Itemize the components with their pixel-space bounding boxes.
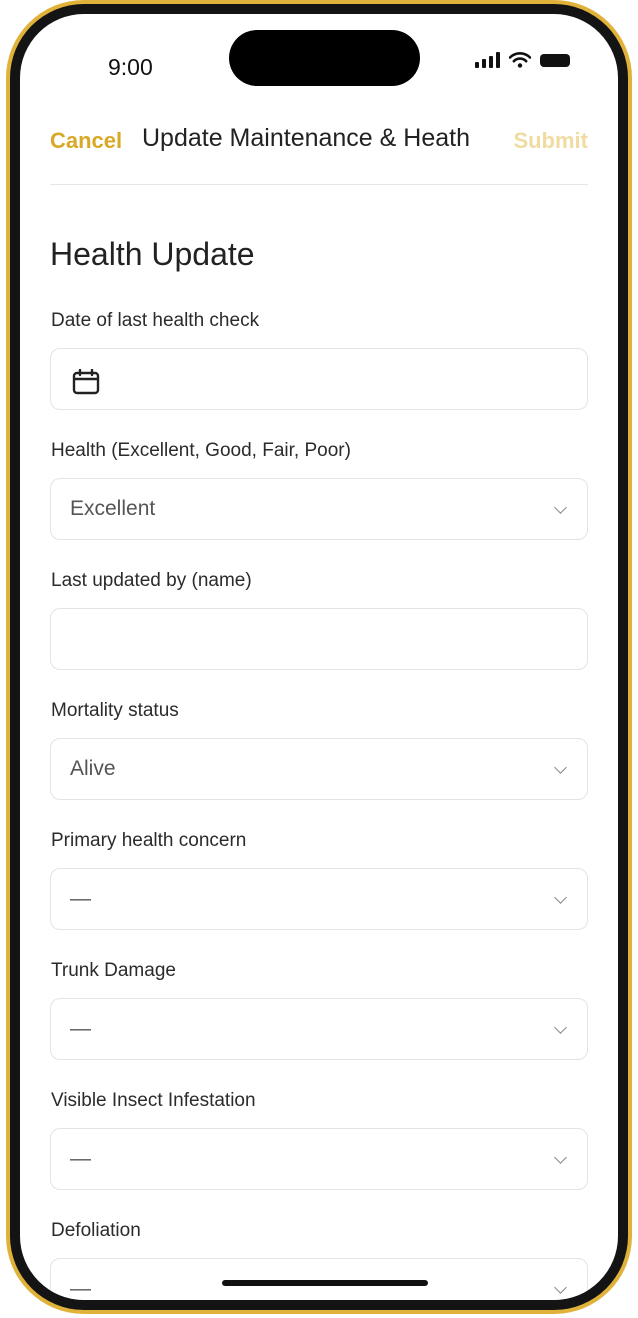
battery-icon [540,53,570,67]
field-trunk-damage: Trunk Damage — [50,954,588,1084]
field-visible-insect-infestation: Visible Insect Infestation — [50,1084,588,1214]
select-value: — [70,1017,91,1040]
visible-insect-infestation-select[interactable]: — [50,1128,588,1190]
last-updated-by-input[interactable] [50,608,588,670]
dynamic-island [229,30,420,86]
cellular-signal-icon [475,52,500,68]
field-last-health-check: Date of last health check [50,304,588,434]
field-last-updated-by: Last updated by (name) [50,564,588,694]
submit-button[interactable]: Submit [513,128,588,154]
field-label: Mortality status [51,700,179,721]
select-value: — [70,1277,91,1300]
chevron-down-icon [554,1281,567,1294]
calendar-icon [72,369,100,395]
status-time: 9:00 [108,54,153,80]
chevron-down-icon [554,1021,567,1034]
field-mortality-status: Mortality status Alive [50,694,588,824]
field-label: Date of last health check [51,310,260,331]
field-defoliation: Defoliation — [50,1214,588,1300]
nav-bar: Cancel Update Maintenance & Heath Submit [50,114,588,185]
chevron-down-icon [554,1151,567,1164]
health-form: Date of last health check Health (Excell… [50,304,588,1300]
field-label: Visible Insect Infestation [51,1090,256,1111]
status-icons [475,52,570,68]
field-health: Health (Excellent, Good, Fair, Poor) Exc… [50,434,588,564]
status-bar: 9:00 [20,14,618,94]
page-title: Update Maintenance & Heath [142,124,470,152]
field-label: Last updated by (name) [51,570,252,591]
screen: 9:00 Cancel Update Maintenance & Heath S… [20,14,618,1300]
date-picker-field[interactable] [50,348,588,410]
wifi-icon [509,52,531,68]
section-title: Health Update [50,236,255,272]
field-label: Primary health concern [51,830,247,851]
select-value: Excellent [70,497,156,520]
home-indicator[interactable] [222,1280,428,1286]
phone-frame: 9:00 Cancel Update Maintenance & Heath S… [6,0,632,1314]
field-label: Trunk Damage [51,960,176,981]
field-primary-health-concern: Primary health concern — [50,824,588,954]
health-select[interactable]: Excellent [50,478,588,540]
chevron-down-icon [554,501,567,514]
primary-health-concern-select[interactable]: — [50,868,588,930]
defoliation-select[interactable]: — [50,1258,588,1300]
field-label: Defoliation [51,1220,141,1241]
mortality-status-select[interactable]: Alive [50,738,588,800]
trunk-damage-select[interactable]: — [50,998,588,1060]
field-label: Health (Excellent, Good, Fair, Poor) [51,440,351,461]
select-value: — [70,1147,91,1170]
chevron-down-icon [554,891,567,904]
select-value: — [70,887,91,910]
phone-bezel: 9:00 Cancel Update Maintenance & Heath S… [10,4,628,1310]
chevron-down-icon [554,761,567,774]
select-value: Alive [70,757,116,780]
cancel-button[interactable]: Cancel [50,128,122,154]
